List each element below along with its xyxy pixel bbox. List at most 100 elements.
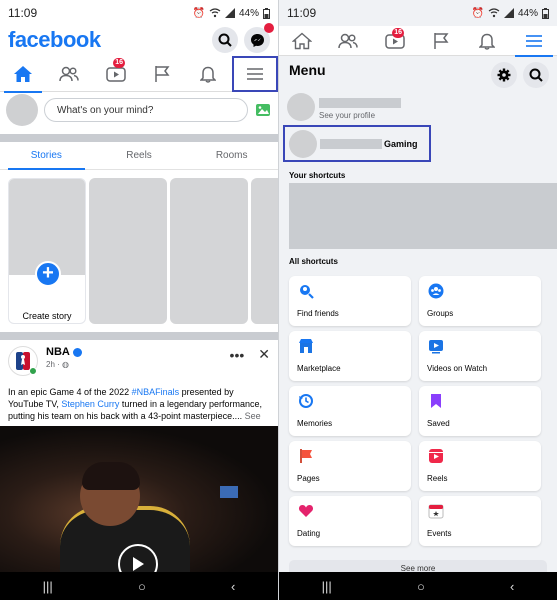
whats-on-your-mind-input[interactable]: What's on your mind? <box>44 98 248 122</box>
battery-icon <box>542 7 549 19</box>
arena-sign <box>220 486 238 498</box>
menu-icon <box>246 67 263 80</box>
status-bar: 11:09 ⏰ 44% <box>279 0 557 26</box>
gaming-avatar <box>289 129 317 158</box>
battery-percent: 44% <box>238 7 259 19</box>
back-button[interactable]: ‹ <box>510 579 514 594</box>
tab-home[interactable] <box>279 26 325 56</box>
more-options-icon[interactable]: ••• <box>230 347 245 363</box>
tab-rooms[interactable]: Rooms <box>185 142 278 169</box>
shortcut-groups[interactable]: Groups <box>419 276 541 326</box>
events-icon <box>427 502 445 520</box>
search-icon <box>218 33 232 47</box>
status-time: 11:09 <box>287 6 317 20</box>
online-indicator <box>29 367 37 375</box>
tab-watch[interactable]: 16 <box>372 26 418 56</box>
tab-menu[interactable] <box>511 26 557 57</box>
shortcut-videos-on-watch[interactable]: Videos on Watch <box>419 331 541 381</box>
messenger-icon <box>250 33 264 47</box>
recents-button[interactable]: ||| <box>322 579 332 594</box>
redacted-shortcuts <box>289 183 557 249</box>
shortcut-reels[interactable]: Reels <box>419 441 541 491</box>
shortcut-label: Reels <box>427 474 448 483</box>
user-avatar[interactable] <box>6 94 38 126</box>
main-tab-bar: 16 <box>279 26 557 57</box>
tab-pages[interactable] <box>139 56 185 92</box>
profile-shortcut[interactable]: See your profile <box>287 92 549 122</box>
post-header: NBA 2h · ◍ ••• ✕ <box>8 346 270 380</box>
tab-watch[interactable]: 16 <box>93 56 139 92</box>
messenger-badge <box>264 23 274 33</box>
add-story-icon: + <box>35 261 61 287</box>
shortcut-label: Memories <box>297 419 333 428</box>
post-time[interactable]: 2h <box>46 360 55 369</box>
home-button[interactable]: ○ <box>417 579 425 594</box>
dating-icon <box>297 502 315 520</box>
post-meta: NBA 2h · ◍ <box>46 346 230 369</box>
find-friends-icon <box>297 282 315 300</box>
watch-badge: 16 <box>113 57 125 68</box>
wifi-icon <box>488 8 500 18</box>
settings-button[interactable] <box>491 62 517 88</box>
post-author[interactable]: NBA <box>46 346 70 358</box>
status-bar: 11:09 ⏰ 44% <box>0 0 278 26</box>
post-video[interactable] <box>0 426 278 572</box>
messenger-button[interactable] <box>244 23 274 53</box>
tab-notifications[interactable] <box>185 56 231 92</box>
shortcut-marketplace[interactable]: Marketplace <box>289 331 411 381</box>
story-card[interactable] <box>251 178 278 324</box>
see-your-profile-label: See your profile <box>319 111 376 120</box>
app-header: facebook <box>0 23 278 54</box>
status-icons: ⏰ 44% <box>193 7 270 19</box>
photo-icon <box>256 104 270 116</box>
android-nav-bar: ||| ○ ‹ <box>279 572 557 600</box>
shortcut-find-friends[interactable]: Find friends <box>289 276 411 326</box>
tab-menu[interactable] <box>231 55 278 92</box>
menu-screen: 11:09 ⏰ 44% 16 Menu See your profile Gam… <box>279 0 557 600</box>
tab-home[interactable] <box>0 56 46 93</box>
shortcut-label: Groups <box>427 309 454 318</box>
tab-friends[interactable] <box>46 56 92 92</box>
news-feed-screen: 11:09 ⏰ 44% facebook 16 What's on your m… <box>0 0 278 600</box>
shortcut-pages[interactable]: Pages <box>289 441 411 491</box>
redacted-name <box>320 138 382 149</box>
all-shortcuts-grid: Find friends Groups Marketplace Videos o… <box>289 276 547 546</box>
videos-icon <box>427 337 445 355</box>
search-button[interactable] <box>212 27 238 53</box>
hashtag-link[interactable]: #NBAFinals <box>132 387 180 397</box>
tab-friends[interactable] <box>325 26 371 56</box>
signal-icon <box>503 8 514 18</box>
battery-icon <box>263 7 270 19</box>
create-story-label: Create story <box>22 311 72 321</box>
create-story-card[interactable]: + Create story <box>8 178 86 324</box>
bell-icon <box>200 66 217 83</box>
shortcut-dating[interactable]: Dating <box>289 496 411 546</box>
gaming-shortcut[interactable]: Gaming <box>283 125 431 162</box>
recents-button[interactable]: ||| <box>43 579 53 594</box>
tab-reels[interactable]: Reels <box>93 142 186 169</box>
saved-icon <box>427 392 445 410</box>
story-card[interactable] <box>170 178 248 324</box>
shortcut-saved[interactable]: Saved <box>419 386 541 436</box>
verified-badge-icon <box>72 347 82 357</box>
shortcut-memories[interactable]: Memories <box>289 386 411 436</box>
status-icons: ⏰ 44% <box>472 7 549 19</box>
tab-pages[interactable] <box>418 26 464 56</box>
shortcut-events[interactable]: Events <box>419 496 541 546</box>
public-globe-icon: · ◍ <box>57 360 70 369</box>
section-separator <box>0 332 278 340</box>
mention-link[interactable]: Stephen Curry <box>61 399 119 409</box>
facebook-logo: facebook <box>8 27 101 52</box>
tab-stories[interactable]: Stories <box>0 142 93 170</box>
shortcut-label: Find friends <box>297 309 339 318</box>
story-card[interactable] <box>89 178 167 324</box>
tab-notifications[interactable] <box>464 26 510 56</box>
home-button[interactable]: ○ <box>138 579 146 594</box>
redacted-name <box>319 98 401 108</box>
main-tab-bar: 16 <box>0 55 278 93</box>
photo-button[interactable] <box>254 102 272 118</box>
nba-logo-avatar[interactable] <box>8 346 38 376</box>
search-button[interactable] <box>523 62 549 88</box>
back-button[interactable]: ‹ <box>231 579 235 594</box>
close-post-icon[interactable]: ✕ <box>258 346 270 363</box>
